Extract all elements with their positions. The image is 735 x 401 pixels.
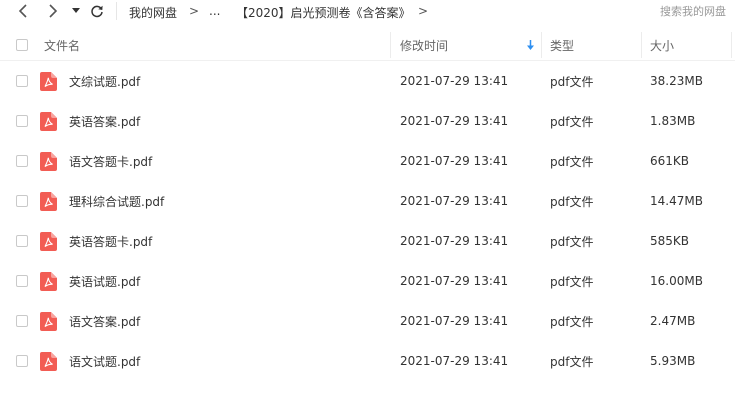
file-type: pdf文件 — [550, 194, 594, 209]
file-row[interactable]: 理科综合试题.pdf 2021-07-29 13:41 pdf文件 14.47M… — [0, 181, 735, 221]
file-row[interactable]: 英语试题.pdf 2021-07-29 13:41 pdf文件 16.00MB — [0, 261, 735, 301]
row-checkbox[interactable] — [16, 235, 28, 247]
file-modified: 2021-07-29 13:41 — [400, 114, 509, 128]
file-size: 1.83MB — [650, 114, 696, 128]
file-name[interactable]: 英语试题.pdf — [69, 261, 140, 301]
file-row[interactable]: 语文试题.pdf 2021-07-29 13:41 pdf文件 5.93MB — [0, 341, 735, 381]
file-modified: 2021-07-29 13:41 — [400, 234, 509, 248]
file-row[interactable]: 英语答题卡.pdf 2021-07-29 13:41 pdf文件 585KB — [0, 221, 735, 261]
refresh-button[interactable] — [88, 2, 106, 20]
file-name[interactable]: 语文答题卡.pdf — [69, 141, 152, 181]
file-size: 5.93MB — [650, 354, 696, 368]
history-dropdown-button[interactable] — [70, 2, 82, 20]
file-type: pdf文件 — [550, 234, 594, 249]
file-modified: 2021-07-29 13:41 — [400, 274, 509, 288]
pdf-file-icon — [40, 312, 57, 331]
search-input[interactable] — [650, 2, 735, 20]
breadcrumb-current[interactable]: 【2020】启光预测卷《含答案》 — [236, 4, 411, 21]
back-button[interactable] — [14, 2, 32, 20]
file-type: pdf文件 — [550, 314, 594, 329]
file-modified: 2021-07-29 13:41 — [400, 354, 509, 368]
toolbar: 我的网盘 > ... 【2020】启光预测卷《含答案》 > — [0, 0, 735, 22]
file-modified: 2021-07-29 13:41 — [400, 194, 509, 208]
file-list-header: 文件名 修改时间 类型 大小 — [0, 30, 735, 61]
column-name[interactable]: 文件名 — [44, 30, 80, 60]
file-row[interactable]: 语文答题卡.pdf 2021-07-29 13:41 pdf文件 661KB — [0, 141, 735, 181]
column-type[interactable]: 类型 — [550, 30, 574, 60]
breadcrumb-separator: > — [189, 4, 200, 18]
file-name[interactable]: 语文答案.pdf — [69, 301, 140, 341]
column-separator[interactable] — [390, 32, 391, 58]
file-size: 38.23MB — [650, 74, 703, 88]
forward-button[interactable] — [44, 2, 62, 20]
file-type: pdf文件 — [550, 274, 594, 289]
pdf-file-icon — [40, 272, 57, 291]
chevron-right-icon — [49, 4, 58, 18]
column-modified[interactable]: 修改时间 — [400, 30, 448, 60]
file-name[interactable]: 语文试题.pdf — [69, 341, 140, 381]
file-size: 16.00MB — [650, 274, 703, 288]
caret-down-icon — [72, 8, 80, 13]
refresh-icon — [91, 5, 103, 18]
pdf-file-icon — [40, 192, 57, 211]
pdf-file-icon — [40, 72, 57, 91]
pdf-file-icon — [40, 232, 57, 251]
file-name[interactable]: 英语答题卡.pdf — [69, 221, 152, 261]
row-checkbox[interactable] — [16, 75, 28, 87]
breadcrumb-ellipsis[interactable]: ... — [209, 4, 220, 18]
row-checkbox[interactable] — [16, 155, 28, 167]
file-row[interactable]: 文综试题.pdf 2021-07-29 13:41 pdf文件 38.23MB — [0, 61, 735, 101]
file-type: pdf文件 — [550, 154, 594, 169]
column-separator[interactable] — [731, 32, 732, 58]
pdf-file-icon — [40, 152, 57, 171]
file-type: pdf文件 — [550, 114, 594, 129]
row-checkbox[interactable] — [16, 355, 28, 367]
toolbar-divider — [116, 2, 117, 20]
file-size: 2.47MB — [650, 314, 696, 328]
row-checkbox[interactable] — [16, 115, 28, 127]
row-checkbox[interactable] — [16, 275, 28, 287]
arrow-down-icon[interactable] — [526, 40, 535, 51]
pdf-file-icon — [40, 112, 57, 131]
file-modified: 2021-07-29 13:41 — [400, 154, 509, 168]
chevron-left-icon — [18, 4, 27, 18]
file-modified: 2021-07-29 13:41 — [400, 314, 509, 328]
file-type: pdf文件 — [550, 74, 594, 89]
file-name[interactable]: 理科综合试题.pdf — [69, 181, 164, 221]
breadcrumb-root[interactable]: 我的网盘 — [129, 4, 177, 21]
row-checkbox[interactable] — [16, 315, 28, 327]
pdf-file-icon — [40, 352, 57, 371]
select-all-checkbox[interactable] — [16, 39, 28, 51]
row-checkbox[interactable] — [16, 195, 28, 207]
file-modified: 2021-07-29 13:41 — [400, 74, 509, 88]
file-type: pdf文件 — [550, 354, 594, 369]
file-row[interactable]: 英语答案.pdf 2021-07-29 13:41 pdf文件 1.83MB — [0, 101, 735, 141]
file-size: 585KB — [650, 234, 690, 248]
file-name[interactable]: 英语答案.pdf — [69, 101, 140, 141]
column-separator[interactable] — [641, 32, 642, 58]
column-separator[interactable] — [541, 32, 542, 58]
file-size: 14.47MB — [650, 194, 703, 208]
column-size[interactable]: 大小 — [650, 30, 674, 60]
file-row[interactable]: 语文答案.pdf 2021-07-29 13:41 pdf文件 2.47MB — [0, 301, 735, 341]
breadcrumb-separator: > — [418, 4, 429, 18]
file-name[interactable]: 文综试题.pdf — [69, 61, 140, 101]
file-size: 661KB — [650, 154, 690, 168]
